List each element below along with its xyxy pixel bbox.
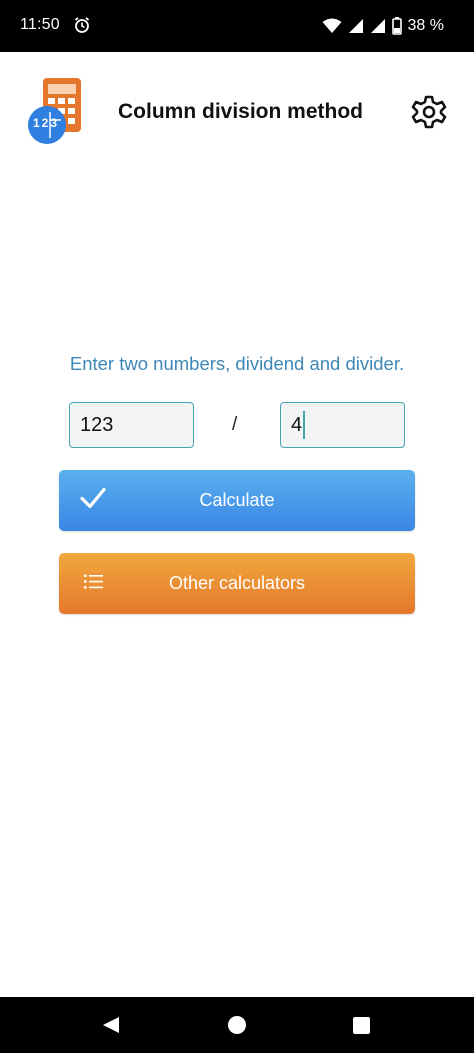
- home-icon[interactable]: [228, 1016, 246, 1034]
- page-title: Column division method: [118, 100, 363, 123]
- settings-button[interactable]: [411, 94, 447, 130]
- dividend-input[interactable]: [69, 402, 194, 448]
- text-cursor: [303, 411, 305, 439]
- recent-apps-icon[interactable]: [353, 1017, 370, 1034]
- back-icon[interactable]: [102, 1016, 120, 1039]
- calculate-button[interactable]: Calculate: [59, 470, 415, 531]
- gear-icon: [411, 95, 447, 134]
- instructions-text: Enter two numbers, dividend and divider.: [69, 353, 405, 374]
- navigation-bar: [0, 997, 474, 1053]
- divider-input[interactable]: [280, 402, 405, 448]
- app-header: 123 Column division method: [0, 52, 474, 170]
- signal-icon: [348, 18, 364, 34]
- checkmark-icon: [79, 486, 107, 515]
- alarm-icon: [73, 16, 91, 34]
- battery-icon: [391, 17, 402, 35]
- app-logo: 123: [27, 78, 83, 148]
- list-icon: [84, 573, 104, 594]
- status-time: 11:50: [20, 16, 60, 33]
- battery-percent: 38 %: [407, 17, 444, 34]
- calculate-label: Calculate: [199, 490, 275, 510]
- logo-text: 123: [33, 116, 60, 130]
- signal-icon: [370, 18, 386, 34]
- division-operator: /: [232, 414, 238, 435]
- other-calculators-label: Other calculators: [168, 573, 306, 593]
- status-bar: 11:50 38 %: [0, 0, 474, 52]
- other-calculators-button[interactable]: Other calculators: [59, 553, 415, 614]
- wifi-icon: [322, 18, 342, 34]
